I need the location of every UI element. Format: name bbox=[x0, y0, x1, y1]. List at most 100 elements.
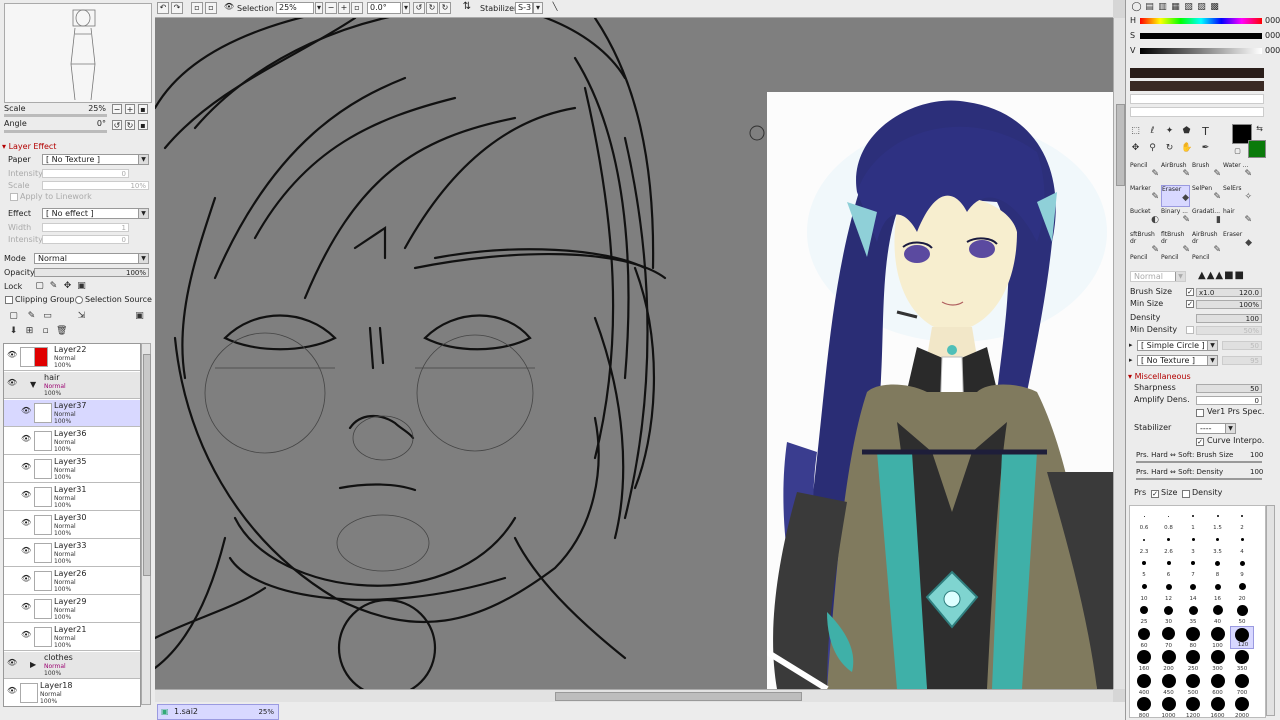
deselect-icon[interactable]: ▫ bbox=[191, 2, 203, 14]
brush-size-preset[interactable]: 3 bbox=[1181, 532, 1205, 555]
tool-airbrush[interactable]: AirBrush ✎ bbox=[1161, 162, 1190, 184]
visibility-eye-icon[interactable]: 👁 bbox=[21, 519, 31, 527]
brush-size-preset[interactable]: 9 bbox=[1230, 555, 1254, 578]
color-swatch-row-4[interactable] bbox=[1130, 107, 1264, 117]
layer-folder-row[interactable]: 👁 ▶ clothes Normal 100% bbox=[4, 652, 140, 679]
stabilizer-input[interactable]: S-3 bbox=[515, 2, 533, 14]
angle-slider[interactable] bbox=[4, 130, 107, 133]
visibility-eye-icon[interactable]: 👁 bbox=[7, 351, 17, 359]
value-slider[interactable] bbox=[1140, 48, 1262, 54]
visibility-eye-icon[interactable]: 👁 bbox=[21, 463, 31, 471]
brush-size-preset[interactable]: 700 bbox=[1230, 673, 1254, 696]
rotate-cw-icon[interactable]: ↻ bbox=[426, 2, 438, 14]
tool-hair[interactable]: hair ✎ bbox=[1223, 208, 1252, 230]
visibility-eye-icon[interactable]: 👁 bbox=[21, 407, 31, 415]
brush-size-preset[interactable]: 350 bbox=[1230, 649, 1254, 672]
brush-size-preset[interactable]: 2.6 bbox=[1157, 532, 1181, 555]
brush-size-preset[interactable]: 300 bbox=[1206, 649, 1230, 672]
mixer-icon[interactable]: ▧ bbox=[1183, 2, 1194, 13]
zoom-out-icon[interactable]: − bbox=[325, 2, 337, 14]
brush-size-grid[interactable]: 0.6 0.8 1 1.5 2 2.3 2.6 3 3.5 4 5 6 7 8 9 10 12 14 16 20 25 3… bbox=[1129, 505, 1266, 718]
min-size-checkbox[interactable]: ✓ bbox=[1186, 300, 1194, 308]
visibility-eye-icon[interactable]: 👁 bbox=[21, 603, 31, 611]
move-tool-icon[interactable]: ✥ bbox=[1130, 143, 1141, 154]
paper-select[interactable]: [ No Texture ] ▼ bbox=[42, 154, 149, 165]
tool-marker[interactable]: Marker ✎ bbox=[1130, 185, 1159, 207]
eyedropper-icon[interactable]: ✒ bbox=[1200, 143, 1211, 154]
zoom-dropdown-icon[interactable]: ▾ bbox=[315, 2, 323, 14]
brush-size-preset[interactable]: 30 bbox=[1157, 602, 1181, 625]
brush-size-preset[interactable]: 20 bbox=[1230, 579, 1254, 602]
rotate-ccw-icon[interactable]: ↺ bbox=[413, 2, 425, 14]
apply-linework-checkbox[interactable] bbox=[10, 193, 18, 201]
brush-size-preset[interactable]: 120 bbox=[1230, 625, 1254, 649]
layer-row[interactable]: 👁 Layer35 Normal 100% bbox=[4, 456, 140, 483]
rotate-tool-icon[interactable]: ↻ bbox=[1164, 143, 1175, 154]
visibility-eye-icon[interactable]: 👁 bbox=[21, 435, 31, 443]
brush-texture-intensity[interactable]: 95 bbox=[1222, 356, 1262, 365]
curve-interpolation-checkbox[interactable]: ✓ bbox=[1196, 438, 1204, 446]
brush-size-preset[interactable]: 5 bbox=[1132, 555, 1156, 578]
density-slider[interactable]: 100 bbox=[1196, 314, 1262, 323]
brush-size-scrollbar[interactable] bbox=[1266, 505, 1275, 716]
tool-binary[interactable]: Binary ... ✎ bbox=[1161, 208, 1190, 230]
clipping-group-checkbox[interactable] bbox=[5, 296, 13, 304]
text-tool-icon[interactable]: T bbox=[1200, 126, 1211, 137]
lock-all-icon[interactable]: ▣ bbox=[76, 281, 87, 292]
visibility-eye-icon[interactable]: 👁 bbox=[21, 631, 31, 639]
color-swatch-row-1[interactable] bbox=[1130, 68, 1264, 78]
redo-icon[interactable]: ↷ bbox=[171, 2, 183, 14]
brush-size-preset[interactable]: 3.5 bbox=[1206, 532, 1230, 555]
shape-expand-icon[interactable]: ▸ bbox=[1129, 340, 1133, 350]
lock-move-icon[interactable]: ✥ bbox=[62, 281, 73, 292]
visibility-eye-icon[interactable]: 👁 bbox=[7, 379, 17, 387]
brush-size-preset[interactable]: 40 bbox=[1206, 602, 1230, 625]
brush-size-preset[interactable]: 2 bbox=[1230, 508, 1254, 531]
saturation-slider[interactable] bbox=[1140, 33, 1262, 39]
brush-size-slider[interactable]: x1.0 120.0 bbox=[1196, 288, 1262, 297]
layer-row[interactable]: 👁 Layer21 Normal 100% bbox=[4, 624, 140, 651]
undo-icon[interactable]: ↶ bbox=[157, 2, 169, 14]
hue-slider[interactable] bbox=[1140, 18, 1262, 24]
tool-gradati[interactable]: Gradati... ▮ bbox=[1192, 208, 1221, 230]
layer-panel-menu-icon[interactable]: ▣ bbox=[134, 311, 145, 322]
intensity2-slider[interactable]: 0 bbox=[42, 235, 129, 244]
color-history-icon[interactable]: ▩ bbox=[1209, 2, 1220, 13]
ver1-pressure-checkbox[interactable] bbox=[1196, 409, 1204, 417]
min-density-checkbox[interactable] bbox=[1186, 326, 1194, 334]
selection-source-checkbox[interactable] bbox=[75, 296, 83, 304]
tool-pencil[interactable]: Pencil bbox=[1161, 254, 1190, 276]
pressure-density-slider[interactable] bbox=[1136, 478, 1262, 480]
lock-transparency-icon[interactable]: ▢ bbox=[34, 281, 45, 292]
brush-shape-intensity[interactable]: 50 bbox=[1222, 341, 1262, 350]
transfer-down-icon[interactable]: ⇲ bbox=[76, 311, 87, 322]
vertical-scroll-thumb[interactable] bbox=[1116, 104, 1125, 186]
zoom-input[interactable]: 25% bbox=[276, 2, 314, 14]
navigator-preview[interactable] bbox=[4, 3, 152, 103]
brush-size-preset[interactable]: 500 bbox=[1181, 673, 1205, 696]
stabilizer-dropdown-icon[interactable]: ▾ bbox=[533, 2, 543, 14]
swap-colors-icon[interactable]: ⇆ bbox=[1254, 123, 1265, 134]
tool-bucket[interactable]: Bucket ◐ bbox=[1130, 208, 1159, 230]
canvas-horizontal-scrollbar[interactable] bbox=[155, 689, 1113, 702]
brush-size-preset[interactable]: 1.5 bbox=[1206, 508, 1230, 531]
tool-pencil[interactable]: Pencil bbox=[1192, 254, 1221, 276]
layer-list-scrollbar[interactable] bbox=[141, 343, 151, 705]
hand-tool-icon[interactable]: ✋ bbox=[1181, 143, 1192, 154]
brush-size-preset[interactable]: 10 bbox=[1132, 579, 1156, 602]
blend-mode-select[interactable]: Normal ▼ bbox=[34, 253, 149, 264]
sharpness-slider[interactable]: 50 bbox=[1196, 384, 1262, 393]
rotate-reset-button[interactable]: ▪ bbox=[138, 120, 148, 130]
brush-texture-select[interactable]: [ No Texture ] ▼ bbox=[1137, 355, 1218, 366]
tool-fltbrush-dr[interactable]: fltBrush dr ✎ bbox=[1161, 231, 1190, 253]
layer-row[interactable]: 👁 Layer31 Normal 100% bbox=[4, 484, 140, 511]
brush-size-preset[interactable]: 16 bbox=[1206, 579, 1230, 602]
selection-visible-icon[interactable]: 👁 bbox=[223, 2, 235, 14]
color-swatch-row-2[interactable] bbox=[1130, 81, 1264, 91]
brush-size-checkbox[interactable]: ✓ bbox=[1186, 288, 1194, 296]
hsv-slider-icon[interactable]: ▥ bbox=[1157, 2, 1168, 13]
pressure-size-slider[interactable] bbox=[1136, 461, 1262, 463]
brush-size-preset[interactable]: 1200 bbox=[1181, 696, 1205, 717]
magic-wand-icon[interactable]: ✦ bbox=[1164, 126, 1175, 137]
tool-eraser[interactable]: Eraser ◆ bbox=[1223, 231, 1252, 253]
